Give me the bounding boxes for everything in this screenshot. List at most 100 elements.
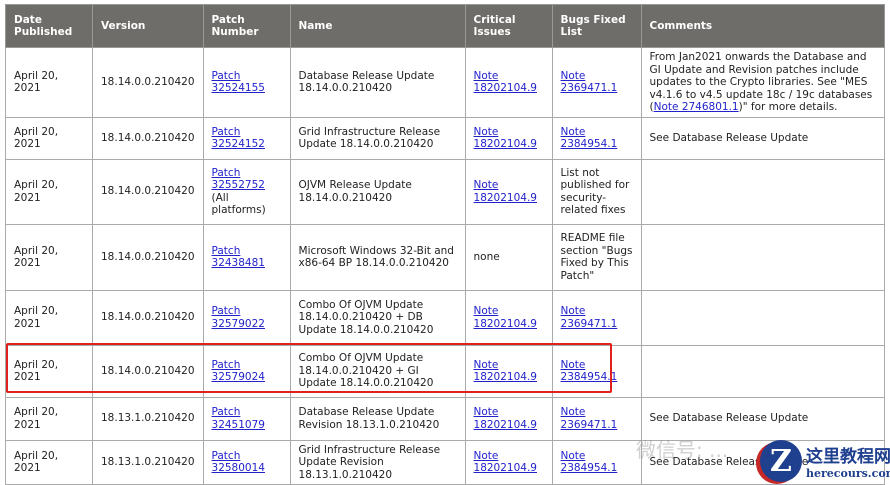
comment-cell [640,344,886,398]
comment-cell [640,223,886,291]
bugs-cell: Note 2369471.1 [551,47,642,118]
version-cell: 18.13.1.0.210420 [92,396,204,441]
patch-link[interactable]: Patch 32552752 [212,167,265,192]
version-cell: 18.14.0.0.210420 [92,158,204,225]
patch-link[interactable]: Patch 32524152 [212,126,265,151]
name-cell: Database Release Update 18.14.0.0.210420 [289,47,466,118]
patch-cell: Patch 32524152 [202,116,291,160]
bugs-cell: List not published for security-related … [551,158,642,225]
site-url: herecours.com [806,467,890,480]
critical-cell: Note 18202104.9 [464,116,553,160]
patch-cell: Patch 32438481 [202,223,291,291]
date-cell: April 20, 2021 [5,116,93,160]
name-cell: Database Release Update Revision 18.13.1… [289,396,466,441]
bugs-cell: Note 2369471.1 [551,396,642,441]
patch-link[interactable]: Patch 32579024 [212,359,265,384]
bugs-note-link[interactable]: Note 2369471.1 [561,406,618,431]
name-cell: Grid Infrastructure Release Update Revis… [289,439,466,485]
critical-note-link[interactable]: Note 18202104.9 [474,305,537,330]
table-row: April 20, 2021 18.14.0.0.210420 Patch 3243… [5,223,886,291]
name-cell: Microsoft Windows 32-Bit and x86-64 BP 1… [289,223,466,291]
col-critical: Critical Issues [464,4,553,48]
table-row: April 20, 2021 18.13.1.0.210420 Patch 3258… [5,439,886,485]
patch-link[interactable]: Patch 32580014 [212,450,265,475]
critical-cell: Note 18202104.9 [464,47,553,118]
date-cell: April 20, 2021 [5,47,93,118]
patch-cell: Patch 32552752 (All platforms) [202,158,291,225]
critical-cell: Note 18202104.9 [464,344,553,398]
col-date: Date Published [5,4,93,48]
bugs-cell: Note 2384954.1 [551,116,642,160]
bugs-note-link[interactable]: Note 2384954.1 [561,126,618,151]
table-row: April 20, 2021 18.14.0.0.210420 Patch 3257… [5,289,886,346]
patch-link[interactable]: Patch 32579022 [212,305,265,330]
site-watermark: Z 这里教程网 herecours.com [760,440,890,482]
patch-cell: Patch 32524155 [202,47,291,118]
site-logo-icon: Z [760,440,802,482]
critical-cell: Note 18202104.9 [464,158,553,225]
patch-cell: Patch 32579024 [202,344,291,398]
col-patch: Patch Number [202,4,291,48]
bugs-cell: Note 2369471.1 [551,289,642,346]
col-comments: Comments [640,4,886,48]
table-row: April 20, 2021 18.14.0.0.210420 Patch 3257… [5,344,886,398]
date-cell: April 20, 2021 [5,158,93,225]
comment-cell: From Jan2021 onwards the Database and GI… [640,47,886,118]
patch-suffix: (All platforms) [211,191,266,217]
version-cell: 18.14.0.0.210420 [92,223,204,291]
col-version: Version [92,4,204,48]
version-cell: 18.14.0.0.210420 [92,47,204,118]
patch-link[interactable]: Patch 32451079 [212,406,265,431]
bugs-cell: README file section "Bugs Fixed by This … [551,223,642,291]
comment-cell [640,158,886,225]
bugs-cell: Note 2384954.1 [551,439,642,485]
date-cell: April 20, 2021 [5,344,93,398]
col-name: Name [289,4,466,48]
patch-link[interactable]: Patch 32524155 [212,70,265,95]
patch-link[interactable]: Patch 32438481 [212,245,265,270]
critical-note-link[interactable]: Note 18202104.9 [474,70,537,95]
critical-cell: Note 18202104.9 [464,439,553,485]
bugs-note-link[interactable]: Note 2384954.1 [561,359,618,384]
date-cell: April 20, 2021 [5,396,93,441]
critical-note-link[interactable]: Note 18202104.9 [474,359,537,384]
wechat-watermark: 微信号: ... [636,438,729,462]
date-cell: April 20, 2021 [5,289,93,346]
site-name: 这里教程网 [806,447,890,467]
name-cell: Combo Of OJVM Update 18.14.0.0.210420 + … [289,289,466,346]
version-cell: 18.14.0.0.210420 [92,116,204,160]
name-cell: OJVM Release Update 18.14.0.0.210420 [289,158,466,225]
critical-note-link[interactable]: Note 18202104.9 [474,450,537,475]
col-bugs: Bugs Fixed List [551,4,642,48]
critical-note-link[interactable]: Note 18202104.9 [474,179,537,204]
version-cell: 18.13.1.0.210420 [92,439,204,485]
header-row: Date Published Version Patch Number Name… [5,4,886,48]
name-cell: Combo Of OJVM Update 18.14.0.0.210420 + … [289,344,466,398]
patch-table: Date Published Version Patch Number Name… [5,4,886,485]
table-row: April 20, 2021 18.13.1.0.210420 Patch 3245… [5,396,886,441]
comment-cell [640,289,886,346]
critical-note-link[interactable]: Note 18202104.9 [474,406,537,431]
patch-cell: Patch 32451079 [202,396,291,441]
bugs-note-link[interactable]: Note 2369471.1 [561,305,618,330]
date-cell: April 20, 2021 [5,439,93,485]
date-cell: April 20, 2021 [5,223,93,291]
name-cell: Grid Infrastructure Release Update 18.14… [289,116,466,160]
comment-note-link[interactable]: Note 2746801.1 [654,101,739,113]
critical-cell: none [464,223,553,291]
version-cell: 18.14.0.0.210420 [92,289,204,346]
patch-cell: Patch 32579022 [202,289,291,346]
table-row: April 20, 2021 18.14.0.0.210420 Patch 3252… [5,47,886,118]
critical-cell: Note 18202104.9 [464,396,553,441]
table-row: April 20, 2021 18.14.0.0.210420 Patch 3252… [5,116,886,160]
bugs-note-link[interactable]: Note 2369471.1 [561,70,618,95]
patch-cell: Patch 32580014 [202,439,291,485]
comment-cell: See Database Release Update [640,116,886,160]
critical-cell: Note 18202104.9 [464,289,553,346]
version-cell: 18.14.0.0.210420 [92,344,204,398]
bugs-note-link[interactable]: Note 2384954.1 [561,450,618,475]
critical-note-link[interactable]: Note 18202104.9 [474,126,537,151]
table-row: April 20, 2021 18.14.0.0.210420 Patch 3255… [5,158,886,225]
comment-text-end: )" for more details. [738,101,838,113]
bugs-cell: Note 2384954.1 [551,344,642,398]
